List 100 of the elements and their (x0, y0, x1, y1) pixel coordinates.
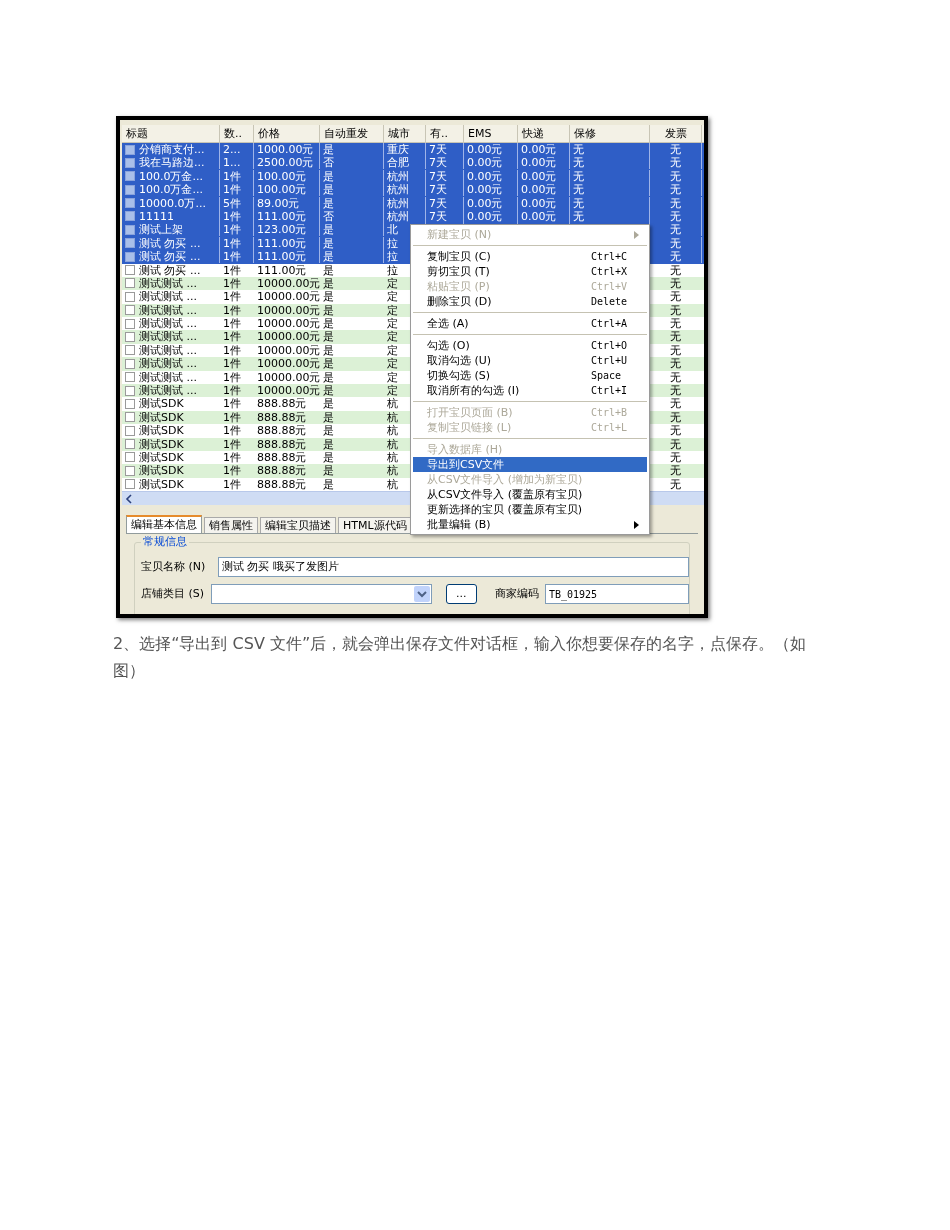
shortcut-label: Ctrl+I (591, 384, 629, 398)
table-cell: 测试测试 ... (139, 276, 197, 290)
table-cell: 10000.00元 (257, 330, 321, 344)
table-cell: 10000.00元 (257, 317, 321, 331)
table-cell: 杭 (387, 477, 398, 491)
table-cell: 无 (670, 397, 681, 411)
table-cell: 是 (323, 464, 334, 478)
table-cell: 无 (670, 209, 681, 223)
table-cell: 1件 (223, 236, 241, 250)
shortcut-label: Ctrl+U (591, 354, 629, 368)
table-cell: 10000.00元 (257, 276, 321, 290)
table-cell: 否 (323, 209, 334, 223)
table-cell: 定 (387, 303, 398, 317)
table-cell: 无 (670, 156, 681, 170)
table-cell: 1件 (223, 317, 241, 331)
table-cell: 7天 (429, 209, 447, 223)
table-cell: 89.00元 (257, 196, 300, 210)
table-cell: 2500.00元 (257, 156, 314, 170)
table-cell: 1件 (223, 290, 241, 304)
table-cell: 888.88元 (257, 397, 307, 411)
table-cell: 100.00元 (257, 169, 307, 183)
table-cell: 1件 (223, 370, 241, 384)
table-cell: 无 (670, 343, 681, 357)
table-cell: 测试SDK (139, 397, 184, 411)
table-cell: 无 (670, 370, 681, 384)
table-cell: 无 (670, 384, 681, 398)
table-cell: 杭 (387, 424, 398, 438)
table-cell: 7天 (429, 183, 447, 197)
table-cell: 111.00元 (257, 209, 307, 223)
table-cell: 是 (323, 370, 334, 384)
table-cell: 7天 (429, 143, 447, 156)
table-cell: 10000.00元 (257, 370, 321, 384)
table-cell: 无 (670, 236, 681, 250)
table-cell: 是 (323, 303, 334, 317)
table-cell: 100.0万金... (139, 169, 203, 183)
shortcut-label: Ctrl+A (591, 317, 629, 331)
table-cell: 1件 (223, 410, 241, 424)
table-cell: 定 (387, 276, 398, 290)
table-cell: 123.00元 (257, 223, 307, 237)
table-cell: 测试 勿买 ... (139, 250, 201, 264)
table-cell: 是 (323, 263, 334, 277)
shortcut-label: Ctrl+L (591, 421, 629, 435)
table-cell: 10000.00元 (257, 357, 321, 371)
table-cell: 否 (323, 156, 334, 170)
table-cell: 无 (670, 169, 681, 183)
table-cell: 无 (670, 276, 681, 290)
table-cell: 1件 (223, 276, 241, 290)
table-cell: 111.00元 (257, 250, 307, 264)
table-cell: 测试 勿买 ... (139, 263, 201, 277)
field-label: 宝贝名称 (N) (141, 558, 207, 575)
table-cell: 测试测试 ... (139, 357, 197, 371)
table-cell: 0.00元 (521, 143, 557, 156)
table-cell: 杭 (387, 451, 398, 464)
table-cell: 是 (323, 143, 334, 156)
table-cell: 0.00元 (467, 169, 503, 183)
shortcut-label: Ctrl+X (591, 265, 629, 279)
table-cell: 定 (387, 290, 398, 304)
table-cell: 11111 (139, 209, 174, 223)
table-cell: 2... (223, 143, 241, 156)
table-cell: 1... (223, 156, 241, 170)
table-cell: 无 (670, 464, 681, 478)
table-cell: 0.00元 (467, 156, 503, 170)
table-cell: 无 (670, 451, 681, 464)
table-cell: 是 (323, 183, 334, 197)
table-cell: 100.00元 (257, 183, 307, 197)
table-cell: 杭州 (387, 169, 409, 183)
table-cell: 是 (323, 236, 334, 250)
table-cell: 测试SDK (139, 464, 184, 478)
table-cell: 杭 (387, 464, 398, 478)
shortcut-label: Ctrl+B (591, 406, 629, 420)
shortcut-label: Ctrl+C (591, 250, 629, 264)
table-cell: 7天 (429, 196, 447, 210)
table-cell: 1000.00元 (257, 143, 314, 156)
table-cell: 1件 (223, 343, 241, 357)
table-cell: 无 (573, 209, 584, 223)
table-cell: 是 (323, 223, 334, 237)
table-cell: 7天 (429, 169, 447, 183)
table-cell: 10000.0万... (139, 196, 206, 210)
table-cell: 定 (387, 370, 398, 384)
table-cell: 10000.00元 (257, 290, 321, 304)
table-cell: 1件 (223, 437, 241, 451)
table-cell: 10000.00元 (257, 384, 321, 398)
table-cell: 杭 (387, 410, 398, 424)
table-cell: 定 (387, 357, 398, 371)
table-cell: 合肥 (387, 156, 409, 170)
table-cell: 测试SDK (139, 410, 184, 424)
table-cell: 是 (323, 250, 334, 264)
table-cell: 888.88元 (257, 464, 307, 478)
table-cell: 7天 (429, 156, 447, 170)
table-cell: 测试测试 ... (139, 343, 197, 357)
table-cell: 无 (670, 410, 681, 424)
table-cell: 0.00元 (521, 156, 557, 170)
table-cell: 100.0万金... (139, 183, 203, 197)
table-cell: 是 (323, 424, 334, 438)
table-cell: 1件 (223, 330, 241, 344)
table-cell: 无 (670, 437, 681, 451)
table-cell: 5件 (223, 196, 241, 210)
table-cell: 1件 (223, 464, 241, 478)
table-cell: 10000.00元 (257, 343, 321, 357)
table-cell: 拉 (387, 250, 398, 264)
